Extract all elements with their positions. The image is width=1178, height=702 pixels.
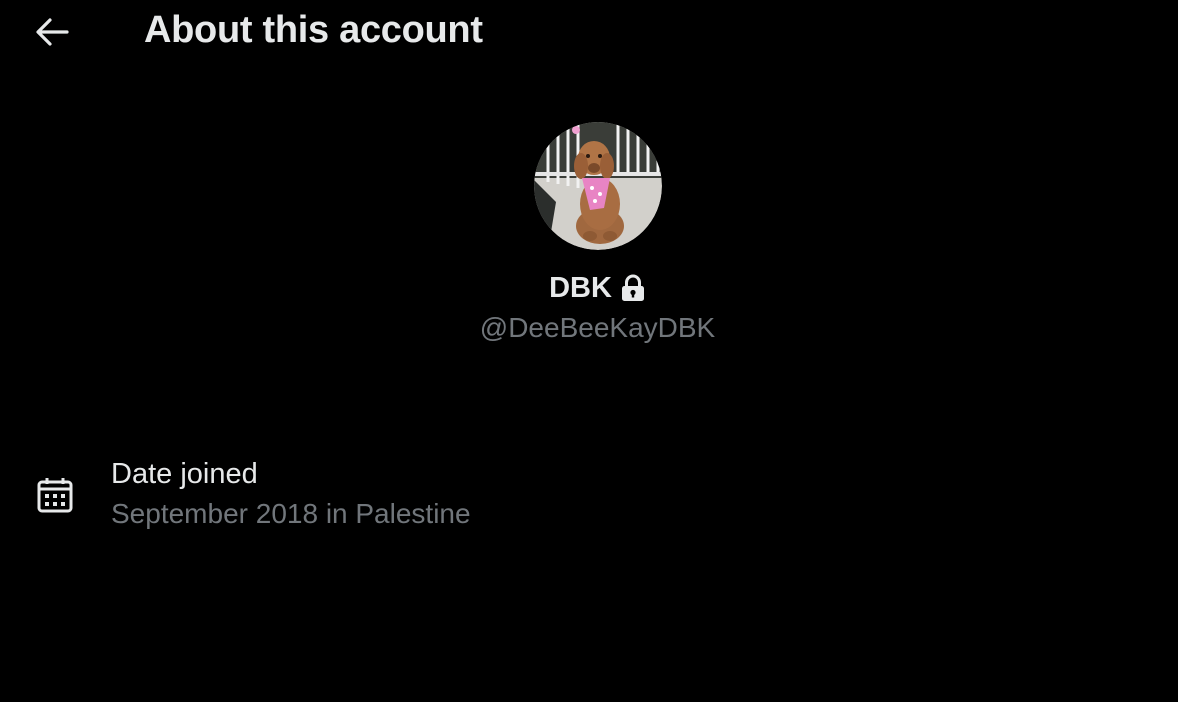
date-joined-row: Date joined September 2018 in Palestine [0, 456, 1178, 540]
display-name: DBK [549, 271, 612, 304]
arrow-left-icon [36, 18, 69, 46]
date-joined-value: September 2018 in Palestine [111, 498, 471, 529]
page-header: About this account [0, 0, 1178, 64]
profile-section: DBK @DeeBeeKayDBK [0, 122, 1178, 344]
page-title: About this account [144, 9, 483, 51]
lock-icon [621, 274, 644, 301]
calendar-icon [37, 478, 73, 513]
back-button[interactable] [30, 12, 74, 52]
account-handle: @DeeBeeKayDBK [479, 312, 716, 343]
avatar[interactable] [533, 122, 662, 250]
name-row: DBK [549, 270, 646, 306]
date-joined-label: Date joined [111, 458, 258, 490]
